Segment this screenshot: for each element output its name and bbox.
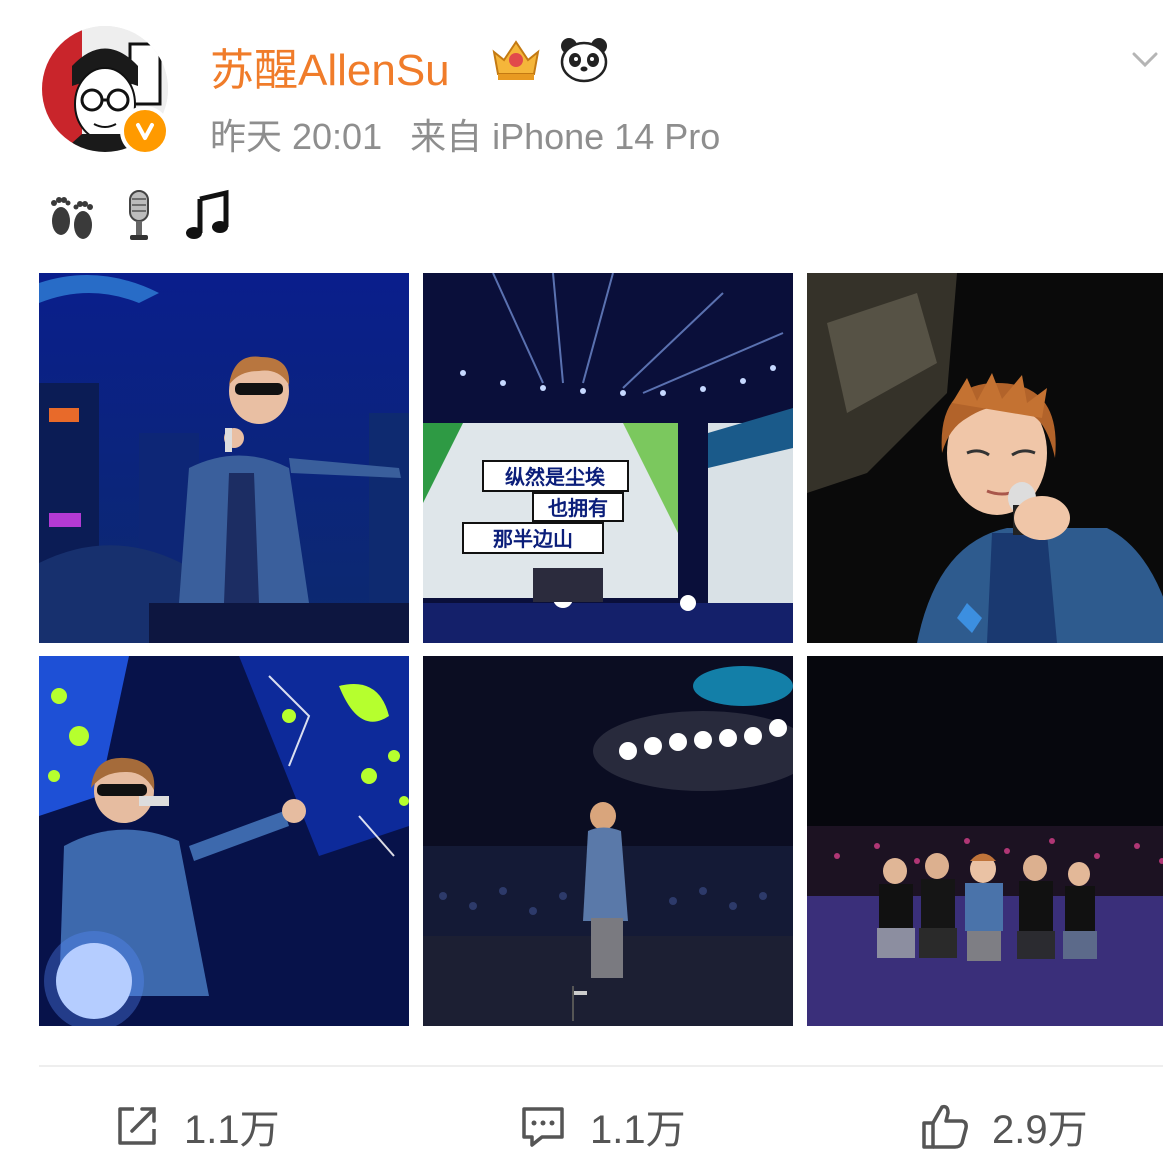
footer-divider — [39, 1065, 1163, 1067]
panda-badge-icon[interactable] — [556, 34, 612, 84]
screen-line-2: 也拥有 — [548, 496, 608, 520]
photo-stage-screens[interactable]: 纵然是尘埃 也拥有 那半边山 — [423, 273, 793, 643]
chevron-down-icon[interactable] — [1128, 42, 1162, 76]
footprints-icon — [51, 197, 93, 239]
comment-button[interactable]: 1.1万 — [518, 1098, 686, 1154]
photo-singer-closeup[interactable] — [807, 273, 1163, 643]
comment-count: 1.1万 — [590, 1108, 686, 1152]
music-note-icon — [186, 189, 229, 239]
repost-icon — [118, 1107, 156, 1145]
repost-count: 1.1万 — [184, 1108, 280, 1152]
user-name[interactable]: 苏醒AllenSu — [210, 34, 450, 98]
verified-badge-icon — [120, 106, 170, 156]
microphone-icon — [129, 190, 149, 240]
photo-singer-blue-stage[interactable] — [39, 273, 409, 643]
comment-icon — [522, 1107, 564, 1147]
post-content — [42, 186, 236, 246]
weibo-post: 苏醒AllenSu 昨天 20:01 来自 iPhone 14 Pro 纵然是尘… — [0, 0, 1163, 1170]
repost-button[interactable]: 1.1万 — [112, 1098, 280, 1154]
like-button[interactable]: 2.9万 — [920, 1098, 1088, 1154]
photo-grid: 纵然是尘埃 也拥有 那半边山 — [39, 273, 1163, 1026]
screen-line-1: 纵然是尘埃 — [505, 465, 606, 489]
like-count: 2.9万 — [992, 1108, 1088, 1152]
crown-badge-icon[interactable] — [488, 34, 544, 84]
screen-line-3: 那半边山 — [493, 527, 573, 551]
post-timestamp: 昨天 20:01 — [210, 116, 383, 157]
post-source: 来自 iPhone 14 Pro — [410, 116, 721, 157]
thumbs-up-icon — [922, 1104, 968, 1149]
photo-band-group[interactable] — [807, 656, 1163, 1026]
photo-singer-facing-crowd[interactable] — [423, 656, 793, 1026]
photo-singer-green-screen[interactable] — [39, 656, 409, 1026]
post-meta: 昨天 20:01 来自 iPhone 14 Pro — [210, 108, 720, 160]
